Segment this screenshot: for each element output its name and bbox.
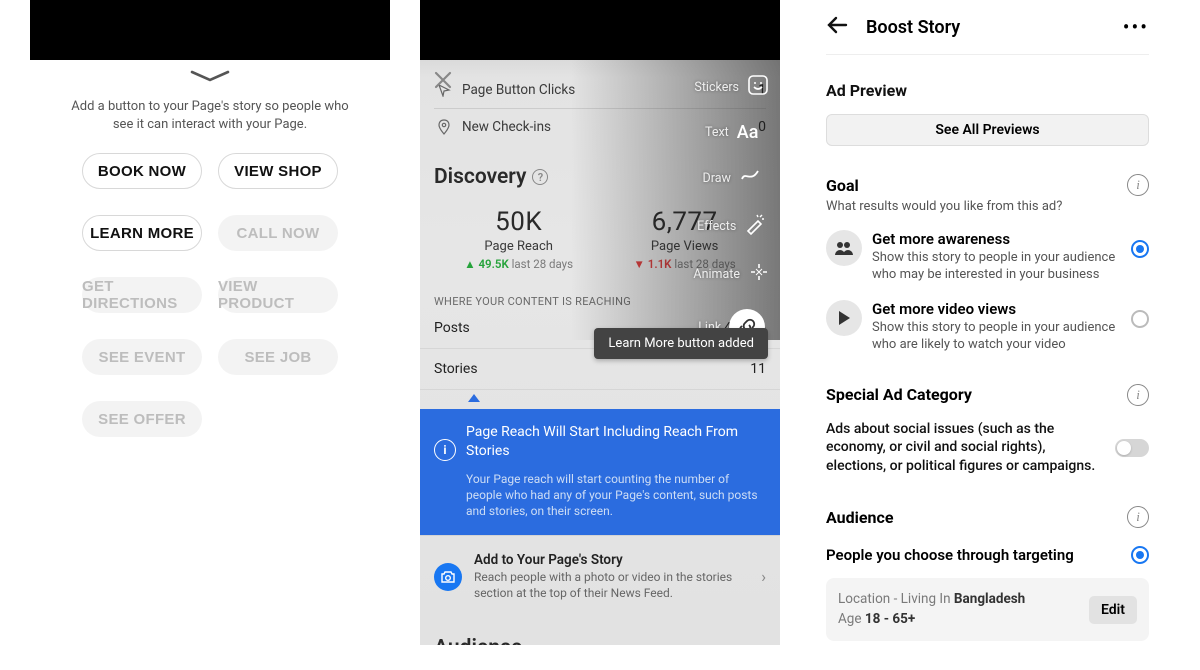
trend-up-icon: ▲ — [464, 257, 475, 271]
animate-icon — [748, 261, 770, 287]
special-category-label: Special Ad Category — [826, 385, 972, 404]
story-tool-effects[interactable]: Effects — [697, 213, 766, 239]
goal-label: Goal — [826, 176, 859, 195]
help-icon[interactable]: ? — [532, 169, 548, 185]
info-icon[interactable]: i — [1127, 174, 1149, 196]
trend-down-icon: ▼ — [634, 257, 645, 271]
sheet-description: Add a button to your Page's story so peo… — [30, 84, 390, 153]
audience-title: Audience — [420, 636, 780, 645]
story-button-option[interactable]: LEARN MORE — [82, 215, 202, 251]
button-options-grid: BOOK NOW VIEW SHOP LEARN MORE CALL NOW GET D… — [30, 153, 390, 437]
add-button-sheet: Add a button to your Page's story so peo… — [30, 0, 390, 645]
story-tool-text[interactable]: TextAa — [705, 122, 758, 143]
special-category-text: Ads about social issues (such as the eco… — [826, 420, 1103, 477]
story-button-option[interactable]: VIEW PRODUCT — [218, 277, 338, 313]
people-icon — [826, 230, 862, 266]
back-icon[interactable] — [826, 15, 848, 40]
special-category-toggle[interactable] — [1115, 439, 1149, 457]
text-icon: Aa — [737, 122, 759, 143]
screen-title: Boost Story — [866, 17, 960, 38]
boost-story-screen: Boost Story ••• Ad Preview See All Previ… — [810, 0, 1165, 645]
stories-reach-banner: i Page Reach Will Start Including Reach … — [420, 409, 780, 535]
goal-option[interactable]: Get more video viewsShow this story to p… — [826, 300, 1149, 354]
toast-message: Learn More button added — [594, 328, 768, 359]
story-button-option[interactable]: GET DIRECTIONS — [82, 277, 202, 313]
story-tool-animate[interactable]: Animate — [693, 261, 770, 287]
goal-subtext: What results would you like from this ad… — [826, 199, 1149, 214]
play-icon — [826, 300, 862, 336]
story-tool-stickers[interactable]: Stickers — [694, 74, 769, 100]
pin-icon — [434, 119, 454, 135]
discovery-title: Discovery — [434, 165, 526, 189]
goal-radio[interactable] — [1131, 240, 1149, 258]
info-icon[interactable]: i — [1127, 506, 1149, 528]
goal-option[interactable]: Get more awarenessShow this story to peo… — [826, 230, 1149, 284]
story-button-option[interactable]: SEE JOB — [218, 339, 338, 375]
story-button-option[interactable]: SEE OFFER — [82, 401, 202, 437]
effects-icon — [744, 213, 766, 239]
stickers-icon — [747, 74, 769, 100]
chevron-down-icon[interactable] — [30, 70, 390, 84]
chevron-right-icon: › — [761, 567, 766, 586]
story-tools-rail: StickersTextAaDrawEffectsAnimateLink — [693, 74, 770, 345]
story-button-option[interactable]: VIEW SHOP — [218, 153, 338, 189]
story-button-option[interactable]: BOOK NOW — [82, 153, 202, 189]
see-all-previews-button[interactable]: See All Previews — [826, 114, 1149, 146]
more-icon[interactable]: ••• — [1123, 15, 1149, 39]
audience-summary-box: Location - Living In Bangladesh Age 18 -… — [826, 578, 1149, 641]
page-reach-metric: 50K Page Reach ▲ 49.5K last 28 days — [464, 207, 573, 271]
targeting-label: People you choose through targeting — [826, 546, 1074, 564]
goal-radio[interactable] — [1131, 310, 1149, 328]
draw-icon — [739, 165, 761, 191]
close-icon[interactable] — [434, 70, 452, 95]
info-icon: i — [434, 439, 456, 461]
goal-options: Get more awarenessShow this story to peo… — [826, 230, 1149, 354]
story-button-option[interactable]: SEE EVENT — [82, 339, 202, 375]
camera-icon — [434, 563, 462, 591]
edit-button[interactable]: Edit — [1089, 596, 1137, 624]
info-icon[interactable]: i — [1127, 384, 1149, 406]
page-insights-screen: Page Button Clicks1New Check-ins0 Discov… — [420, 0, 780, 645]
add-to-story-row[interactable]: Add to Your Page's Story Reach people wi… — [420, 535, 780, 617]
story-tool-draw[interactable]: Draw — [703, 165, 761, 191]
targeting-radio[interactable] — [1131, 546, 1149, 564]
sheet-handle-bar — [30, 0, 390, 60]
story-button-option[interactable]: CALL NOW — [218, 215, 338, 251]
status-bar — [420, 0, 780, 60]
screen-header: Boost Story ••• — [826, 0, 1149, 55]
audience-label: Audience — [826, 508, 893, 527]
ad-preview-label: Ad Preview — [826, 81, 1149, 100]
callout-arrow-icon — [468, 392, 480, 404]
